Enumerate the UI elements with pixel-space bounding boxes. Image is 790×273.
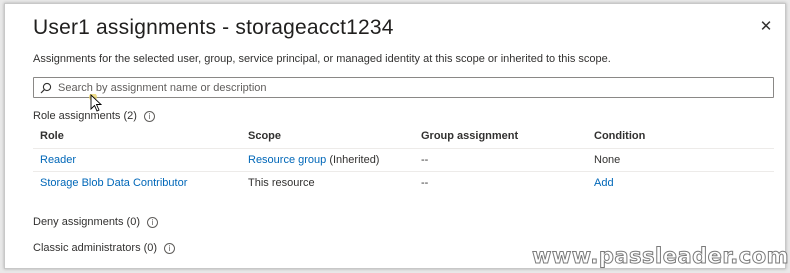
panel-title: User1 assignments - storageacct1234 — [33, 16, 394, 39]
classic-administrators-heading: Classic administrators (0) i — [33, 242, 176, 254]
role-assignments-table: Role Scope Group assignment Condition Re… — [33, 124, 774, 194]
close-icon[interactable]: ✕ — [757, 18, 775, 36]
scope-inherited-note: (Inherited) — [326, 154, 380, 166]
condition-value: None — [594, 154, 621, 166]
column-header-role[interactable]: Role — [33, 130, 248, 142]
deny-assignments-label: Deny assignments (0) — [33, 216, 140, 228]
info-icon[interactable]: i — [164, 242, 176, 254]
panel-description: Assignments for the selected user, group… — [33, 53, 611, 65]
column-header-group-assignment[interactable]: Group assignment — [421, 130, 594, 142]
role-assignments-heading: Role assignments (2) i — [33, 110, 155, 122]
info-icon[interactable]: i — [147, 216, 158, 228]
classic-administrators-label: Classic administrators (0) — [33, 242, 158, 254]
search-box[interactable] — [33, 77, 774, 98]
watermark: www.passleader.com — [531, 244, 790, 269]
table-row: Storage Blob Data Contributor This resou… — [33, 171, 774, 194]
column-header-condition[interactable]: Condition — [594, 130, 754, 142]
scope-value: This resource — [248, 177, 315, 189]
assignments-panel: User1 assignments - storageacct1234 ✕ As… — [4, 3, 786, 269]
role-link-reader[interactable]: Reader — [40, 154, 76, 166]
group-assignment-value: -- — [421, 154, 429, 166]
column-header-scope[interactable]: Scope — [248, 130, 421, 142]
search-input[interactable] — [58, 81, 758, 94]
role-assignments-label: Role assignments (2) — [33, 110, 137, 122]
role-link-storage-blob-data-contributor[interactable]: Storage Blob Data Contributor — [40, 177, 187, 189]
search-icon — [40, 82, 52, 93]
add-condition-link[interactable]: Add — [594, 177, 614, 189]
deny-assignments-heading: Deny assignments (0) i — [33, 216, 158, 228]
info-icon[interactable]: i — [143, 110, 155, 122]
group-assignment-value: -- — [421, 177, 429, 189]
scope-link-resource-group[interactable]: Resource group — [248, 154, 326, 166]
table-row: Reader Resource group (Inherited) -- Non… — [33, 148, 774, 171]
table-header: Role Scope Group assignment Condition — [33, 124, 774, 148]
